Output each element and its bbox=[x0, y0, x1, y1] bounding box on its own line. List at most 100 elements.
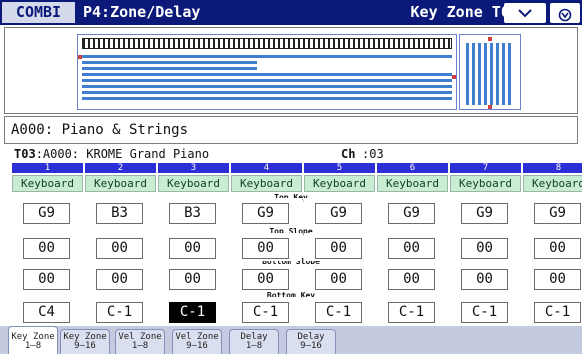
timbre-2-header: 2 bbox=[85, 163, 156, 173]
channel-value: :03 bbox=[362, 147, 384, 161]
bottom-key-field-7[interactable]: C-1 bbox=[461, 302, 508, 323]
top-slope-field-5[interactable]: 00 bbox=[315, 238, 362, 259]
top-slope-field-3[interactable]: 00 bbox=[169, 238, 216, 259]
zone-line bbox=[82, 61, 257, 64]
keyboard-button-2[interactable]: Keyboard bbox=[85, 175, 156, 192]
top-slope-field-4[interactable]: 00 bbox=[242, 238, 289, 259]
top-key-field-2[interactable]: B3 bbox=[96, 203, 143, 224]
bottom-slope-field-7[interactable]: 00 bbox=[461, 269, 508, 290]
top-key-field-4[interactable]: G9 bbox=[242, 203, 289, 224]
timbre-6-header: 6 bbox=[377, 163, 448, 173]
tab-delay-1-8[interactable]: Delay 1–8 bbox=[229, 329, 279, 354]
program-info-row: T03:A000: KROME Grand Piano Ch :03 bbox=[14, 147, 568, 161]
keyboard-button-8[interactable]: Keyboard bbox=[523, 175, 582, 192]
timbre-7-header: 7 bbox=[450, 163, 521, 173]
keyboard-button-1[interactable]: Keyboard bbox=[12, 175, 83, 192]
keyboard-button-6[interactable]: Keyboard bbox=[377, 175, 448, 192]
zone-marker bbox=[78, 55, 82, 59]
bottom-slope-field-5[interactable]: 00 bbox=[315, 269, 362, 290]
top-key-cell: G9 bbox=[231, 198, 302, 226]
bottom-slope-cell: 00 bbox=[12, 264, 83, 292]
zone-line bbox=[82, 67, 257, 70]
bottom-key-cell: C-1 bbox=[158, 297, 229, 325]
top-key-field-7[interactable]: G9 bbox=[461, 203, 508, 224]
tab-label: 1–8 bbox=[245, 341, 263, 351]
key-zone-graphic[interactable] bbox=[77, 34, 457, 110]
top-slope-cell: 00 bbox=[304, 233, 375, 261]
zone-line bbox=[82, 79, 452, 82]
tab-delay-9-16[interactable]: Delay 9–16 bbox=[286, 329, 336, 354]
bottom-key-field-6[interactable]: C-1 bbox=[388, 302, 435, 323]
zone-line bbox=[82, 91, 452, 94]
timbre-5-header: 5 bbox=[304, 163, 375, 173]
velocity-zone-graphic[interactable] bbox=[459, 34, 521, 110]
bottom-slope-field-2[interactable]: 00 bbox=[96, 269, 143, 290]
top-key-field-5[interactable]: G9 bbox=[315, 203, 362, 224]
top-key-field-1[interactable]: G9 bbox=[23, 203, 70, 224]
page-menu-button[interactable] bbox=[550, 3, 580, 23]
keyboard-button-7[interactable]: Keyboard bbox=[450, 175, 521, 192]
tab-key-zone-1-8[interactable]: Key Zone 1–8 bbox=[8, 326, 58, 354]
tab-vel-zone-1-8[interactable]: Vel Zone 1–8 bbox=[115, 329, 165, 354]
top-key-field-6[interactable]: G9 bbox=[388, 203, 435, 224]
tab-label: 1–8 bbox=[131, 341, 149, 351]
zone-line bbox=[82, 97, 452, 100]
tab-key-zone-9-16[interactable]: Key Zone 9–16 bbox=[60, 329, 110, 354]
bottom-slope-cell: 00 bbox=[85, 264, 156, 292]
tab-label: 9–16 bbox=[300, 341, 322, 351]
top-key-cell: B3 bbox=[158, 198, 229, 226]
top-slope-field-7[interactable]: 00 bbox=[461, 238, 508, 259]
zone-line bbox=[82, 73, 452, 76]
top-key-cell: G9 bbox=[450, 198, 521, 226]
top-slope-cell: 00 bbox=[231, 233, 302, 261]
top-key-cell: G9 bbox=[377, 198, 448, 226]
bottom-slope-field-8[interactable]: 00 bbox=[534, 269, 581, 290]
zone-marker bbox=[452, 75, 456, 79]
combination-name[interactable]: A000: Piano & Strings bbox=[4, 116, 578, 144]
bottom-key-field-4[interactable]: C-1 bbox=[242, 302, 289, 323]
zone-line bbox=[82, 55, 452, 58]
top-slope-field-6[interactable]: 00 bbox=[388, 238, 435, 259]
top-slope-field-2[interactable]: 00 bbox=[96, 238, 143, 259]
tab-vel-zone-9-16[interactable]: Vel Zone 9–16 bbox=[172, 329, 222, 354]
top-key-field-3[interactable]: B3 bbox=[169, 203, 216, 224]
timbre-1-header: 1 bbox=[12, 163, 83, 173]
timbre-number: T03 bbox=[14, 147, 36, 161]
top-slope-cell: 00 bbox=[158, 233, 229, 261]
top-key-cell: B3 bbox=[85, 198, 156, 226]
program-name: :A000: KROME Grand Piano bbox=[35, 147, 210, 161]
page-select-button[interactable] bbox=[504, 3, 546, 23]
top-slope-cell: 00 bbox=[85, 233, 156, 261]
bottom-slope-cell: 00 bbox=[304, 264, 375, 292]
bottom-slope-cell: 00 bbox=[377, 264, 448, 292]
bottom-key-cell: C-1 bbox=[377, 297, 448, 325]
timbre-8-header: 8 bbox=[523, 163, 582, 173]
bottom-slope-field-4[interactable]: 00 bbox=[242, 269, 289, 290]
velocity-marker bbox=[488, 37, 492, 41]
bottom-key-field-1[interactable]: C4 bbox=[23, 302, 70, 323]
bottom-slope-field-6[interactable]: 00 bbox=[388, 269, 435, 290]
bottom-slope-field-1[interactable]: 00 bbox=[23, 269, 70, 290]
keyboard-button-5[interactable]: Keyboard bbox=[304, 175, 375, 192]
bottom-key-field-5[interactable]: C-1 bbox=[315, 302, 362, 323]
bottom-key-field-3-selected[interactable]: C-1 bbox=[169, 302, 216, 323]
timbre-4-header: 4 bbox=[231, 163, 302, 173]
keyboard-button-4[interactable]: Keyboard bbox=[231, 175, 302, 192]
bottom-key-cell: C-1 bbox=[523, 297, 582, 325]
top-slope-cell: 00 bbox=[377, 233, 448, 261]
chevron-down-icon bbox=[518, 9, 532, 18]
bottom-slope-field-3[interactable]: 00 bbox=[169, 269, 216, 290]
mode-label: COMBI bbox=[2, 2, 75, 23]
bottom-key-cell: C-1 bbox=[85, 297, 156, 325]
top-key-cell: G9 bbox=[304, 198, 375, 226]
top-key-field-8[interactable]: G9 bbox=[534, 203, 581, 224]
bottom-slope-cell: 00 bbox=[158, 264, 229, 292]
bottom-key-field-8[interactable]: C-1 bbox=[534, 302, 581, 323]
bottom-slope-cell: 00 bbox=[231, 264, 302, 292]
bottom-slope-cell: 00 bbox=[450, 264, 521, 292]
velocity-marker bbox=[488, 105, 492, 109]
top-slope-field-1[interactable]: 00 bbox=[23, 238, 70, 259]
keyboard-button-3[interactable]: Keyboard bbox=[158, 175, 229, 192]
bottom-key-field-2[interactable]: C-1 bbox=[96, 302, 143, 323]
top-slope-field-8[interactable]: 00 bbox=[534, 238, 581, 259]
